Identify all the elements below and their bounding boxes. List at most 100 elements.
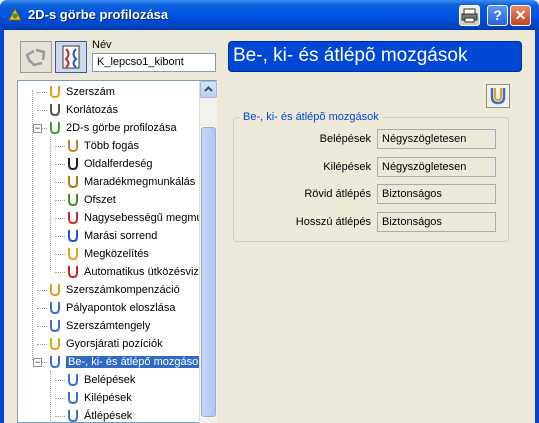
rest-machining-icon <box>68 176 78 189</box>
limit-icon <box>50 104 60 117</box>
leads-links-icon <box>50 356 60 369</box>
tree-item-label: Korlátozás <box>66 104 118 117</box>
tree-item[interactable]: Pályapontok eloszlása <box>48 299 175 317</box>
property-label: Belépések <box>319 133 371 145</box>
leads-links-icon <box>490 88 506 105</box>
toolpath-button[interactable] <box>55 41 87 73</box>
chevron-up-icon <box>204 86 213 92</box>
tree-item-label: Ofszet <box>84 194 116 207</box>
tree-item[interactable]: Nagysebességű megmur <box>66 209 206 227</box>
tree-item-label: 2D-s görbe profilozása <box>66 122 177 135</box>
tree-item-label: Szerszámtengely <box>66 320 151 333</box>
help-button[interactable]: ? <box>487 5 508 26</box>
tree-item[interactable]: Megközelítés <box>66 245 149 263</box>
property-value-field[interactable]: Négyszögletesen <box>377 129 496 149</box>
lead-out-icon <box>68 392 78 405</box>
toolpath-icon <box>62 45 80 69</box>
tree-panel[interactable]: − − Szerszám Korlátozás 2D-s görbe profiloz… <box>17 80 217 423</box>
collision-check-icon <box>68 266 78 279</box>
property-value-field[interactable]: Biztonságos <box>377 212 496 232</box>
tree-item[interactable]: Marási sorrend <box>66 227 157 245</box>
property-value-field[interactable]: Biztonságos <box>377 184 496 204</box>
side-angle-icon <box>68 158 78 171</box>
tree-item[interactable]: Átlépések <box>66 407 133 423</box>
tree-item[interactable]: Automatikus ütközésvizs <box>66 263 204 281</box>
tree-item-label: Pályapontok eloszlása <box>66 302 176 315</box>
tree-item[interactable]: Be-, ki- és átlépő mozgások <box>48 353 206 371</box>
tree-connector <box>55 182 65 183</box>
tree-item[interactable]: Belépések <box>66 371 135 389</box>
tree-item[interactable]: Szerszámkompenzáció <box>48 281 180 299</box>
multiple-cuts-icon <box>68 140 78 153</box>
tree-item-label: Több fogás <box>84 140 140 153</box>
tree-item[interactable]: Több fogás <box>66 137 139 155</box>
tree-connector <box>50 137 51 272</box>
window-title: 2D-s görbe profilozása <box>28 7 169 22</box>
scroll-up-button[interactable] <box>200 81 217 98</box>
tree-item[interactable]: Szerszámtengely <box>48 317 150 335</box>
name-label: Név <box>92 39 112 51</box>
tree-scrollbar[interactable] <box>199 81 217 423</box>
tree-connector <box>55 200 65 201</box>
property-label: Kilépések <box>323 161 371 173</box>
tree-item-label: Megközelítés <box>84 248 149 261</box>
tree-item-label: Átlépések <box>84 410 133 423</box>
tree-item-label: Nagysebességű megmur <box>84 212 207 225</box>
window-frame-left <box>0 30 4 423</box>
leads-help-button[interactable] <box>486 84 510 108</box>
close-button[interactable]: ✕ <box>510 5 531 26</box>
tree-connector <box>55 398 65 399</box>
tree-connector <box>32 90 33 360</box>
tree-item[interactable]: Korlátozás <box>48 101 118 119</box>
tree-item[interactable]: Oldalferdeség <box>66 155 153 173</box>
group-title: Be-, ki- és átlépõ mozgások <box>240 111 382 123</box>
tree-connector <box>37 290 47 291</box>
tree-expander[interactable]: − <box>33 124 42 133</box>
tree-item-label: Kilépések <box>84 392 132 405</box>
rapid-positions-icon <box>50 338 60 351</box>
printer-icon <box>461 8 478 23</box>
tree-connector <box>55 236 65 237</box>
close-icon: ✕ <box>514 7 527 23</box>
tree-item-label: Oldalferdeség <box>84 158 153 171</box>
tree-item[interactable]: Kilépések <box>66 389 132 407</box>
tree-connector <box>55 272 65 273</box>
links-icon <box>68 410 78 422</box>
recycle-icon <box>25 48 46 67</box>
tool-compensation-icon <box>50 284 60 297</box>
approach-icon <box>68 248 78 261</box>
tree-item-label: Marási sorrend <box>84 230 158 243</box>
name-input[interactable]: K_lepcso1_kibont <box>92 53 216 72</box>
tree-item[interactable]: 2D-s görbe profilozása <box>48 119 177 137</box>
high-speed-icon <box>68 212 78 225</box>
tree-item-label: Szerszámkompenzáció <box>66 284 180 297</box>
tree-connector <box>37 344 47 345</box>
tree-item[interactable]: Maradékmegmunkálás <box>66 173 195 191</box>
tree-connector <box>55 380 65 381</box>
property-label: Rövid átlépés <box>304 188 371 200</box>
print-button[interactable] <box>459 5 480 26</box>
lead-in-icon <box>68 374 78 387</box>
tree-item[interactable]: Gyorsjárati pozíciók <box>48 335 163 353</box>
tree-connector <box>37 326 47 327</box>
property-value-field[interactable]: Négyszögletesen <box>377 157 496 177</box>
title-bar[interactable]: 2D-s görbe profilozása ? ✕ <box>0 0 539 30</box>
milling-order-icon <box>68 230 78 243</box>
tree-connector <box>55 254 65 255</box>
tool-icon <box>50 86 60 99</box>
offset-icon <box>68 194 78 207</box>
tree-connector <box>37 92 47 93</box>
tree-item-label: Maradékmegmunkálás <box>84 176 196 189</box>
tree-item-label: Szerszám <box>66 86 115 99</box>
tree-item-label: Belépések <box>84 374 136 387</box>
tree-expander[interactable]: − <box>33 358 42 367</box>
question-icon: ? <box>493 7 502 23</box>
tree-connector <box>50 371 51 422</box>
tree-connector <box>55 416 65 417</box>
tree-item-label: Automatikus ütközésvizs <box>84 266 205 279</box>
tree-item[interactable]: Ofszet <box>66 191 116 209</box>
page-title: Be-, ki- és átlépõ mozgások <box>228 41 522 72</box>
scroll-thumb[interactable] <box>201 127 216 417</box>
recycle-button[interactable] <box>20 41 52 73</box>
tree-item[interactable]: Szerszám <box>48 83 115 101</box>
